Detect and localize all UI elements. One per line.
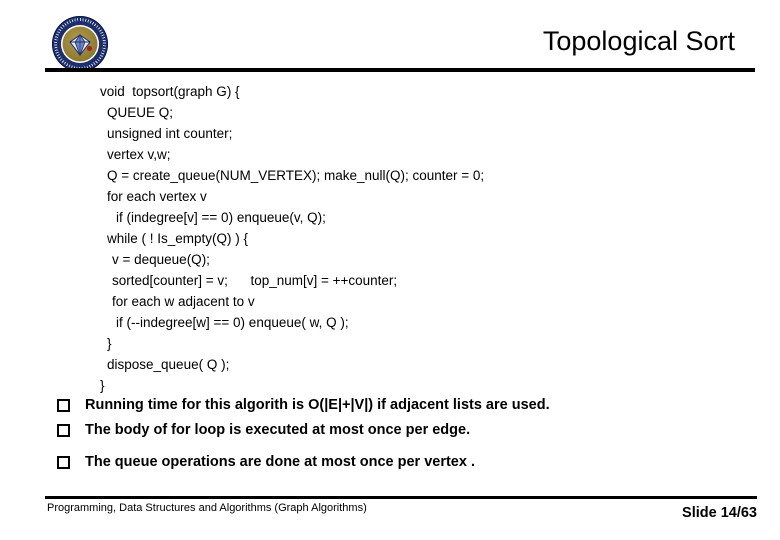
code-line: unsigned int counter;: [107, 126, 233, 141]
bullet-text: Running time for this algorith is O(|E|+…: [85, 397, 550, 413]
title-divider: [45, 68, 755, 72]
list-item: Running time for this algorith is O(|E|+…: [57, 396, 747, 415]
code-line: for each vertex v: [107, 189, 207, 204]
slide-canvas: Topological Sort void topsort(graph G) {…: [0, 0, 780, 540]
code-line: Q = create_queue(NUM_VERTEX); make_null(…: [107, 168, 485, 183]
footer-divider: [45, 496, 757, 499]
code-line: for each w adjacent to v: [112, 294, 255, 309]
seal-emblem-icon: [69, 34, 91, 56]
code-line: QUEUE Q;: [107, 105, 174, 120]
list-item: The queue operations are done at most on…: [57, 453, 747, 472]
code-line: sorted[counter] = v; top_num[v] = ++coun…: [112, 273, 398, 288]
code-line: void topsort(graph G) {: [100, 84, 240, 99]
footer-course-label: Programming, Data Structures and Algorit…: [47, 502, 367, 514]
code-line: while ( ! Is_empty(Q) ) {: [107, 231, 249, 246]
code-line: if (indegree[v] == 0) enqueue(v, Q);: [116, 210, 326, 225]
university-seal-logo: [52, 16, 108, 72]
bullet-text: The body of for loop is executed at most…: [85, 422, 471, 438]
hollow-square-bullet-icon: [57, 453, 85, 472]
seal-inner-disc: [61, 25, 99, 63]
code-line: vertex v,w;: [107, 147, 171, 162]
code-line: }: [100, 378, 105, 393]
list-item: The body of for loop is executed at most…: [57, 421, 747, 440]
page-title: Topological Sort: [542, 26, 735, 56]
seal-accent-dot: [87, 46, 92, 51]
hollow-square-bullet-icon: [57, 421, 85, 440]
bullet-list: Running time for this algorith is O(|E|+…: [57, 396, 747, 472]
bullet-text: The queue operations are done at most on…: [85, 454, 475, 470]
code-line: dispose_queue( Q );: [107, 357, 230, 372]
code-line: if (--indegree[w] == 0) enqueue( w, Q );: [116, 315, 349, 330]
slide-number: Slide 14/63: [682, 505, 757, 521]
code-line: }: [107, 336, 112, 351]
hollow-square-bullet-icon: [57, 396, 85, 415]
code-line: v = dequeue(Q);: [112, 252, 210, 267]
code-block: void topsort(graph G) { QUEUE Q; unsigne…: [100, 81, 700, 396]
